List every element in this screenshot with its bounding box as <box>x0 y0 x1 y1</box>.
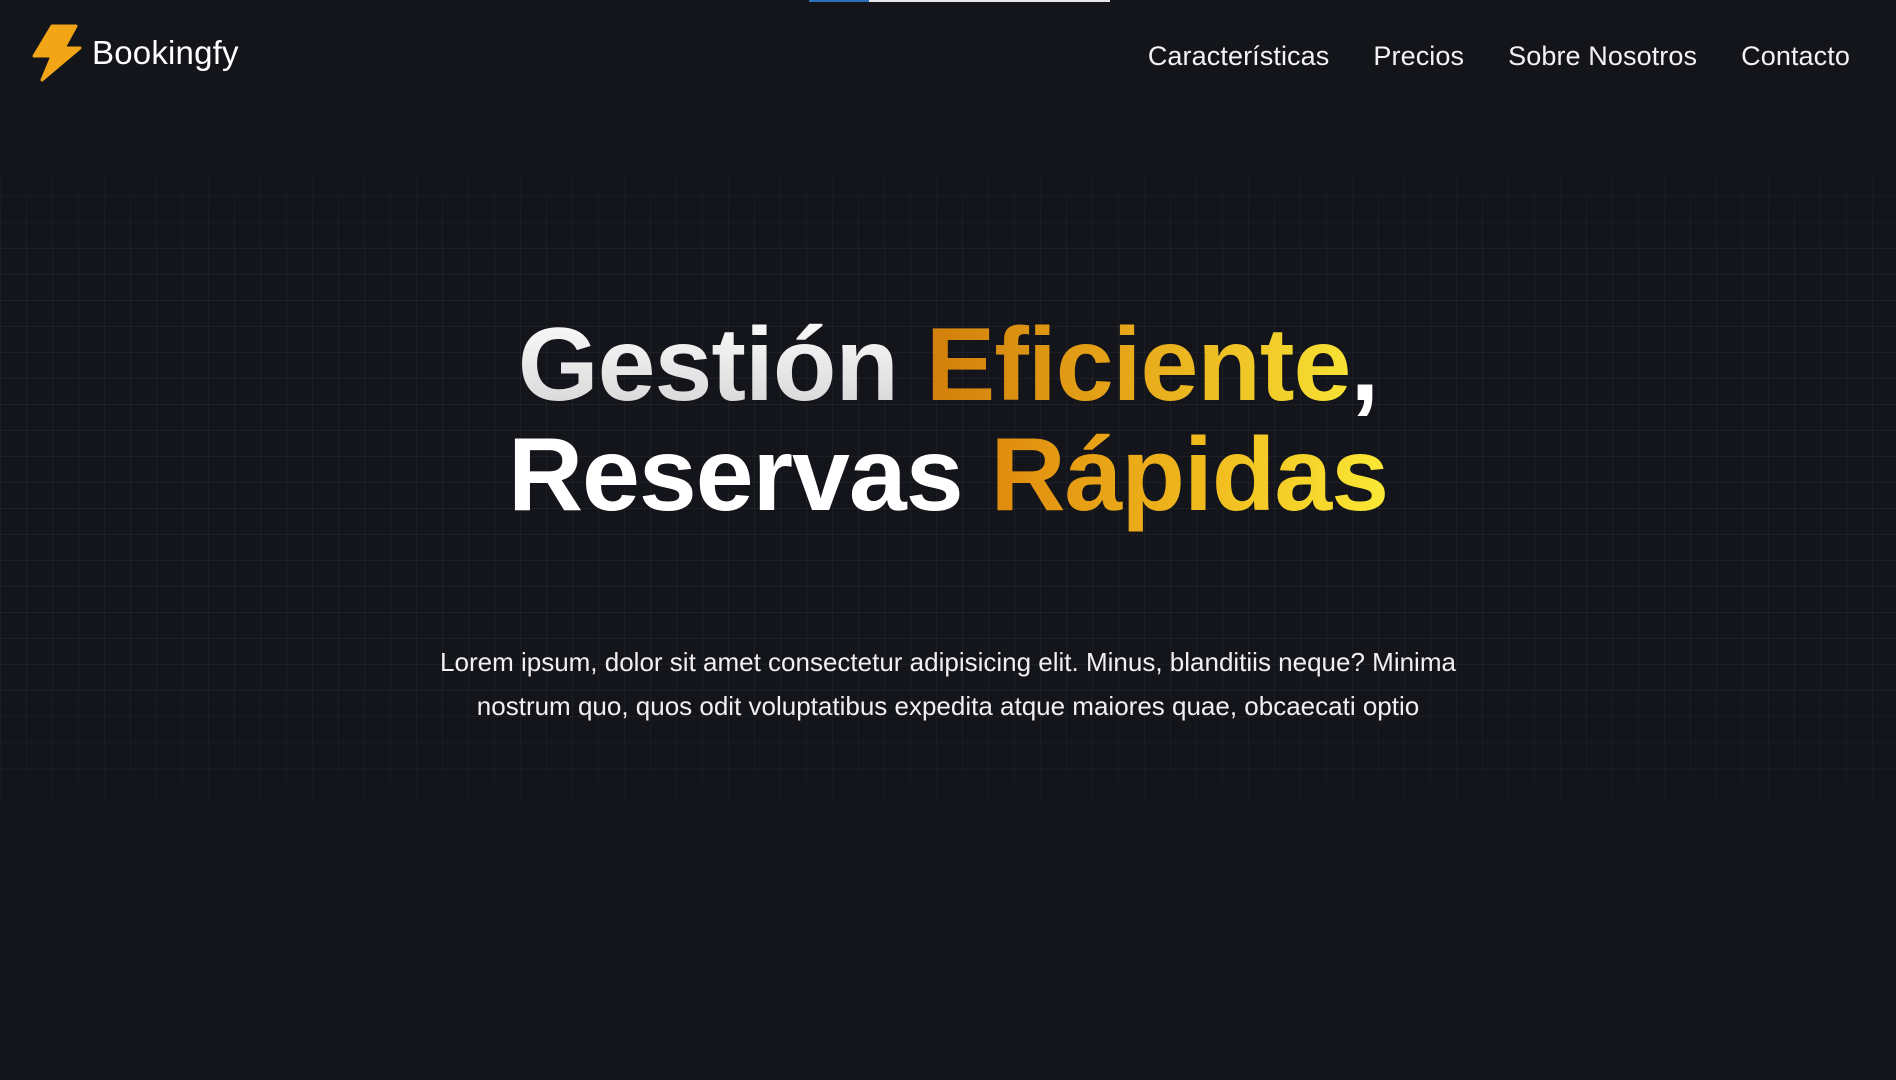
site-header: Bookingfy Características Precios Sobre … <box>0 0 1896 112</box>
nav-link-caracteristicas[interactable]: Características <box>1148 41 1330 72</box>
brand-logo-link[interactable]: Bookingfy <box>28 24 239 82</box>
landing-page: Bookingfy Características Precios Sobre … <box>0 0 1896 1080</box>
hero-title-highlight-rapidas: Rápidas <box>990 417 1389 533</box>
hero-section: Gestión Eficiente, Reservas Rápidas Lore… <box>0 310 1896 728</box>
hero-title-word-reservas: Reservas <box>507 417 991 533</box>
nav-link-precios[interactable]: Precios <box>1373 41 1464 72</box>
hero-title-word-gestion: Gestión <box>517 307 926 423</box>
lightning-bolt-icon <box>32 24 82 82</box>
hero-title-comma: , <box>1350 307 1379 423</box>
nav-link-sobre-nosotros[interactable]: Sobre Nosotros <box>1508 41 1697 72</box>
hero-title-highlight-eficiente: Eficiente <box>925 307 1351 423</box>
hero-description: Lorem ipsum, dolor sit amet consectetur … <box>440 647 1456 721</box>
hero-title-line-1: Gestión Eficiente, <box>0 310 1896 420</box>
hero-title-line-2: Reservas Rápidas <box>0 420 1896 530</box>
nav-link-contacto[interactable]: Contacto <box>1741 41 1850 72</box>
main-nav: Características Precios Sobre Nosotros C… <box>1148 41 1850 72</box>
hero-title: Gestión Eficiente, Reservas Rápidas <box>0 310 1896 530</box>
brand-name: Bookingfy <box>92 34 239 71</box>
